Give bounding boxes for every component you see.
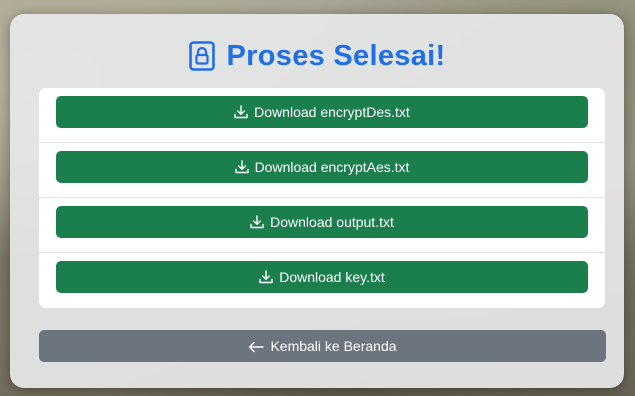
download-label: Download key.txt	[279, 269, 385, 285]
arrow-left-icon	[248, 340, 265, 353]
list-item: Download encryptDes.txt	[39, 88, 605, 143]
page-header: Proses Selesai!	[10, 36, 624, 76]
back-button-label: Kembali ke Beranda	[270, 338, 397, 354]
lock-icon	[188, 41, 215, 71]
download-encryptaes-button[interactable]: Download encryptAes.txt	[56, 151, 588, 183]
download-icon	[250, 215, 264, 229]
download-list: Download encryptDes.txt Download encrypt…	[39, 88, 605, 308]
download-output-button[interactable]: Download output.txt	[56, 206, 588, 238]
download-icon	[234, 105, 248, 119]
download-label: Download encryptDes.txt	[254, 104, 410, 120]
download-icon	[234, 160, 249, 174]
download-label: Download encryptAes.txt	[254, 159, 410, 175]
list-item: Download key.txt	[39, 253, 605, 308]
back-to-home-button[interactable]: Kembali ke Beranda	[39, 330, 606, 362]
download-encryptdes-button[interactable]: Download encryptDes.txt	[56, 96, 588, 128]
download-key-button[interactable]: Download key.txt	[56, 261, 588, 293]
download-icon	[259, 270, 273, 284]
download-label: Download output.txt	[270, 214, 394, 230]
result-card: Proses Selesai! Download encryptDes.txt	[10, 14, 624, 388]
list-item: Download output.txt	[39, 198, 605, 253]
list-item: Download encryptAes.txt	[39, 143, 605, 198]
page-title: Proses Selesai!	[226, 39, 446, 72]
